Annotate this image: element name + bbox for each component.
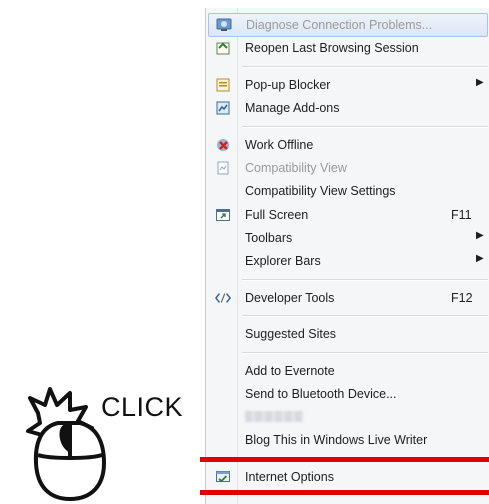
menu-item-work-offline[interactable]: Work Offline [206,134,489,156]
menu-item-label: Diagnose Connection Problems... [246,18,433,32]
menu-separator [242,352,488,354]
menu-item-label: Explorer Bars [245,254,321,268]
menu-separator [242,126,488,128]
tools-menu: Diagnose Connection Problems... Reopen L… [205,8,489,504]
menu-item-internet-options[interactable]: Internet Options [206,466,489,488]
menu-item-label: Blog This in Windows Live Writer [245,433,428,447]
menu-separator [242,315,488,317]
menu-item-label: Toolbars [245,231,293,245]
menu-item-suggested-sites[interactable]: Suggested Sites [206,323,489,345]
menu-item-blog-this[interactable]: Blog This in Windows Live Writer [206,429,489,451]
menu-item-label: Compatibility View Settings [245,184,396,198]
menu-item-label: Full Screen [245,208,309,222]
menu-separator [242,66,488,68]
menu-item-label: Send to Bluetooth Device... [245,387,397,401]
menu-item-label: Work Offline [245,138,314,152]
compatibility-view-icon [215,160,231,176]
menu-item-label: Add to Evernote [245,364,335,378]
menu-item-blurred[interactable] [206,406,489,428]
menu-item-shortcut: F11 [451,208,472,222]
click-label: CLICK [101,392,184,422]
submenu-arrow-icon: ▶ [476,77,484,88]
menu-item-reopen-session[interactable]: Reopen Last Browsing Session [206,37,489,59]
work-offline-icon [215,137,231,153]
menu-item-label: Reopen Last Browsing Session [245,41,419,55]
internet-options-icon [215,469,231,485]
popup-blocker-icon [215,77,231,93]
submenu-arrow-icon: ▶ [476,253,484,264]
menu-item-label: Compatibility View [245,161,347,175]
menu-item-developer-tools[interactable]: Developer Tools F12 [206,287,489,309]
menu-item-compatibility-view-settings[interactable]: Compatibility View Settings [206,180,489,202]
menu-item-add-to-evernote[interactable]: Add to Evernote [206,360,489,382]
submenu-arrow-icon: ▶ [476,230,484,241]
highlight-line-top [200,457,489,462]
blurred-label [245,411,303,422]
reopen-session-icon [215,40,231,56]
menu-item-label: Internet Options [245,470,334,484]
diagnose-icon [216,17,232,33]
addons-icon [215,100,231,116]
menu-item-toolbars[interactable]: Toolbars ▶ [206,227,489,249]
highlight-line-bottom [200,490,489,495]
menu-item-send-to-bluetooth[interactable]: Send to Bluetooth Device... [206,383,489,405]
menu-item-label: Suggested Sites [245,327,337,341]
menu-item-explorer-bars[interactable]: Explorer Bars ▶ [206,250,489,272]
menu-item-label: Developer Tools [245,291,335,305]
full-screen-icon [215,207,231,223]
menu-separator [242,279,488,281]
menu-item-manage-addons[interactable]: Manage Add-ons [206,97,489,119]
menu-item-full-screen[interactable]: Full Screen F11 [206,204,489,226]
developer-tools-icon [215,290,231,306]
menu-item-compatibility-view[interactable]: Compatibility View [206,157,489,179]
menu-item-label: Manage Add-ons [245,101,340,115]
menu-item-shortcut: F12 [451,291,473,305]
menu-item-label: Pop-up Blocker [245,78,331,92]
menu-item-popup-blocker[interactable]: Pop-up Blocker ▶ [206,74,489,96]
menu-item-diagnose-connection[interactable]: Diagnose Connection Problems... [208,13,488,37]
